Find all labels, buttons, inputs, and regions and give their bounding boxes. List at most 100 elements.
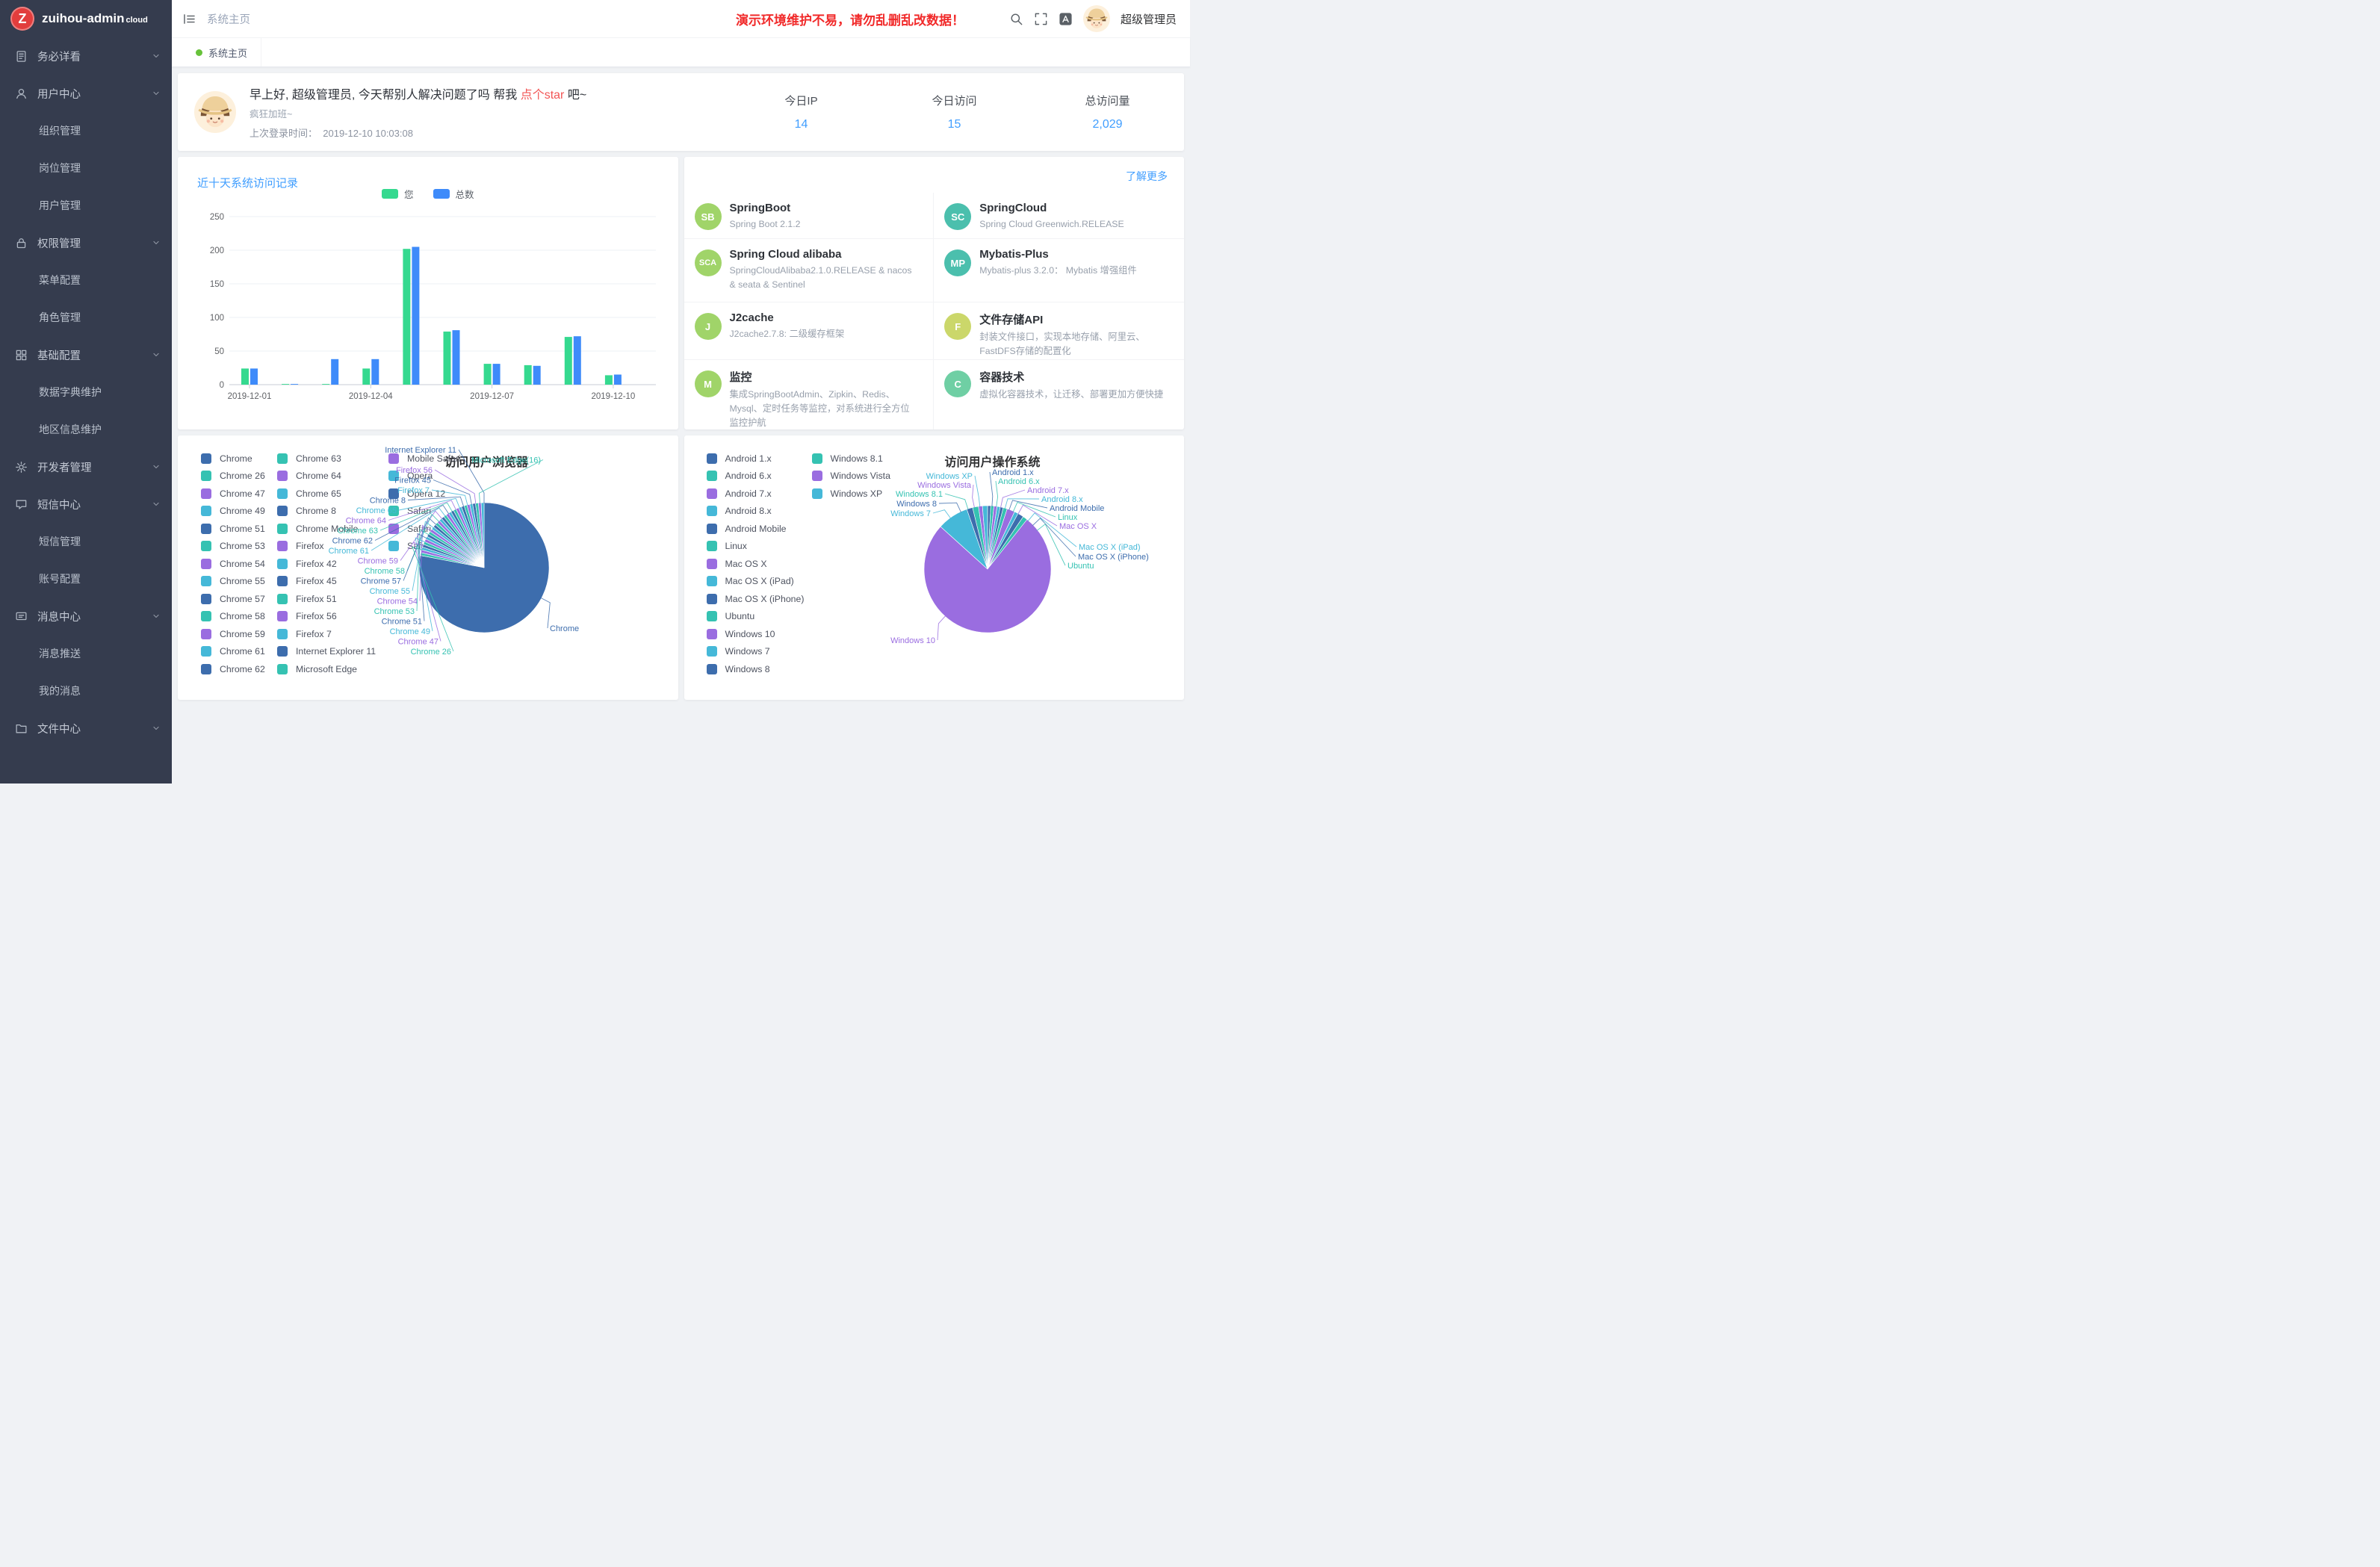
bar-总数-2019-12-05 — [412, 247, 419, 385]
callout-label: Windows 7 — [890, 509, 931, 518]
breadcrumb[interactable]: 系统主页 — [207, 11, 250, 27]
callout-label: Chrome — [550, 624, 579, 633]
logo-icon: Z — [10, 7, 34, 31]
sidebar-item-label: 短信中心 — [37, 497, 151, 512]
callout-label: Mac OS X — [1059, 522, 1097, 531]
sidebar-item-label: 开发者管理 — [37, 459, 151, 475]
访问用户操作系统-pie-chart[interactable]: Windows XPWindows VistaWindows 8.1Window… — [684, 435, 1185, 700]
callout-line — [433, 480, 471, 505]
tech-badge: F — [944, 313, 971, 340]
sidebar-subitem[interactable]: 消息推送 — [0, 635, 172, 672]
tech-texts: Mybatis-PlusMybatis-plus 3.2.0： Mybatis … — [979, 248, 1136, 278]
bar-总数-2019-12-01 — [250, 368, 258, 385]
sidebar-subitem[interactable]: 地区信息维护 — [0, 411, 172, 448]
sidebar-item-6[interactable]: 短信中心 — [0, 485, 172, 523]
learn-more-link[interactable]: 了解更多 — [1126, 169, 1168, 184]
bar-您-2019-12-07 — [484, 364, 492, 385]
stat-value: 15 — [878, 118, 1031, 131]
sidebar-item-7[interactable]: 消息中心 — [0, 598, 172, 635]
file-icon — [15, 722, 28, 735]
tech-item-5: JJ2cacheJ2cache2.7.8: 二级缓存框架 — [684, 302, 935, 360]
tech-desc: Spring Cloud Greenwich.RELEASE — [979, 217, 1124, 232]
visits-chart-card: 近十天系统访问记录 您总数 0501001502002502019-12-012… — [178, 157, 678, 429]
tech-title: Mybatis-Plus — [979, 248, 1136, 261]
sidebar-item-3[interactable]: 权限管理 — [0, 224, 172, 261]
bar-您-2019-12-01 — [241, 368, 249, 385]
tech-title: 监控 — [730, 369, 914, 385]
callout-line — [480, 460, 544, 504]
x-tick-label: 2019-12-01 — [228, 392, 272, 401]
sidebar-item-label: 务必详看 — [37, 49, 151, 64]
detail-icon — [15, 50, 28, 63]
callout-label: Chrome 51 — [382, 618, 422, 627]
fullscreen-icon[interactable] — [1034, 12, 1048, 26]
chevron-down-icon — [151, 88, 161, 99]
bar-总数-2019-12-06 — [453, 330, 460, 385]
base-config-icon — [15, 349, 28, 362]
callout-line — [975, 476, 980, 507]
callout-label: Firefox 45 — [394, 477, 431, 485]
x-tick-label: 2019-12-04 — [349, 392, 393, 401]
sidebar-subitem[interactable]: 短信管理 — [0, 523, 172, 560]
bar-总数-2019-12-07 — [493, 364, 501, 385]
collapse-menu-icon[interactable] — [182, 12, 196, 26]
tab-home[interactable]: 系统主页 — [182, 38, 261, 66]
sidebar-subitem[interactable]: 组织管理 — [0, 112, 172, 149]
tech-title: J2cache — [730, 311, 845, 324]
tech-desc: SpringCloudAlibaba2.1.0.RELEASE & nacos … — [730, 264, 914, 292]
today-stats: 今日IP14今日访问15总访问量2,029 — [725, 93, 1184, 131]
sidebar-subitem[interactable]: 数据字典维护 — [0, 373, 172, 411]
sidebar-item-1[interactable]: 务必详看 — [0, 37, 172, 75]
callout-label: Windows 10 — [890, 636, 935, 645]
sidebar-item-8[interactable]: 文件中心 — [0, 710, 172, 747]
username[interactable]: 超级管理员 — [1121, 11, 1177, 27]
x-tick-label: 2019-12-10 — [591, 392, 635, 401]
chevron-down-icon — [151, 611, 161, 621]
user-avatar[interactable] — [1083, 5, 1110, 32]
callout-label: Chrome 62 — [332, 537, 373, 546]
callout-label: Windows 8.1 — [896, 490, 943, 499]
search-icon[interactable] — [1009, 12, 1023, 26]
star-link[interactable]: 点个star — [521, 89, 565, 102]
bar-总数-2019-12-08 — [533, 366, 541, 385]
callout-label: Linux — [1058, 513, 1078, 522]
callout-label: Chrome 47 — [398, 638, 438, 647]
welcome-avatar — [194, 91, 236, 133]
sidebar-subitem[interactable]: 我的消息 — [0, 672, 172, 710]
sidebar-subitem[interactable]: 菜单配置 — [0, 261, 172, 299]
sidebar-item-label: 文件中心 — [37, 721, 151, 736]
font-size-icon — [1059, 12, 1073, 26]
sidebar-subitem[interactable]: 账号配置 — [0, 560, 172, 598]
sidebar-item-label: 用户中心 — [37, 86, 151, 102]
visits-bar-chart[interactable]: 0501001502002502019-12-012019-12-042019-… — [178, 157, 678, 429]
mood-text: 疯狂加班~ — [250, 106, 586, 120]
sidebar-item-5[interactable]: 开发者管理 — [0, 448, 172, 485]
sidebar-item-2[interactable]: 用户中心 — [0, 75, 172, 112]
chevron-down-icon — [151, 723, 161, 733]
callout-label: Chrome 58 — [365, 567, 405, 576]
bar-总数-2019-12-02 — [291, 384, 298, 385]
sidebar-subitem[interactable]: 岗位管理 — [0, 149, 172, 187]
callout-label: Android 7.x — [1027, 486, 1069, 495]
callout-label: Chrome 65 — [356, 506, 397, 515]
sidebar-subitem[interactable]: 角色管理 — [0, 299, 172, 336]
font-size-icon[interactable] — [1059, 12, 1073, 26]
tech-texts: Spring Cloud alibabaSpringCloudAlibaba2.… — [730, 248, 914, 292]
tech-item-1: SBSpringBootSpring Boot 2.1.2 — [684, 193, 935, 239]
sidebar-item-4[interactable]: 基础配置 — [0, 336, 172, 373]
tech-grid: SBSpringBootSpring Boot 2.1.2SCSpringClo… — [684, 193, 1185, 429]
callout-label: Chrome 57 — [361, 577, 401, 586]
callout-label: Windows Vista — [917, 481, 972, 490]
main-area: 系统主页 演示环境维护不易，请勿乱删乱改数据！ 超级管理员 系统主页 早上好, … — [172, 0, 1190, 784]
callout-label: Chrome 26 — [411, 648, 451, 657]
sidebar-subitem[interactable]: 用户管理 — [0, 187, 172, 224]
sms-icon — [15, 498, 28, 511]
last-login: 上次登录时间： 2019-12-10 10:03:08 — [250, 125, 586, 140]
tech-texts: SpringBootSpring Boot 2.1.2 — [730, 202, 801, 232]
chevron-down-icon — [151, 51, 161, 61]
tech-title: SpringBoot — [730, 202, 801, 214]
访问用户浏览器-pie-chart[interactable]: Internet Explorer 11Microsoft Edge(16)Fi… — [178, 435, 678, 700]
bar-您-2019-12-08 — [524, 365, 532, 385]
app-logo[interactable]: Z zuihou-admincloud — [0, 0, 172, 37]
lock-icon — [15, 236, 28, 249]
